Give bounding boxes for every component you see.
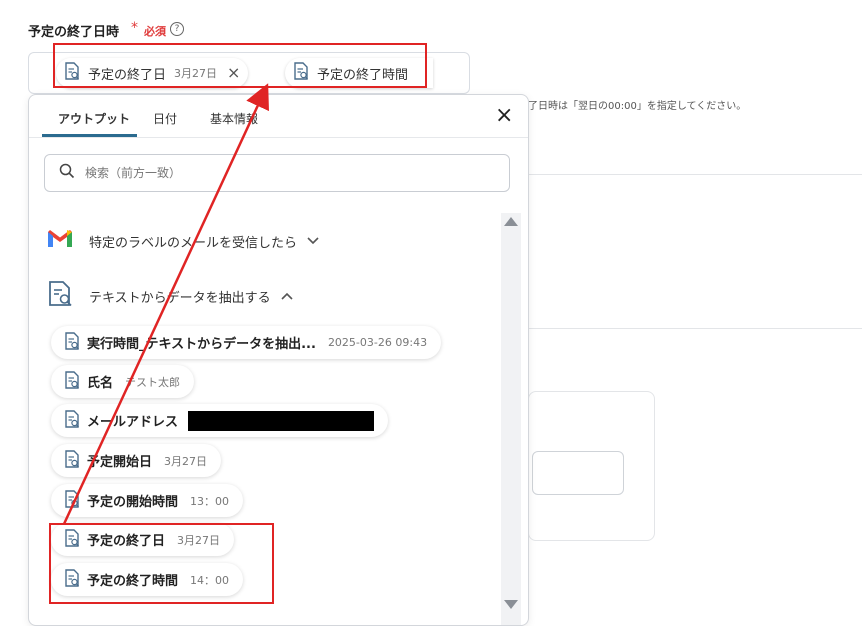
chip-label: 予定の終了時間: [317, 67, 409, 83]
document-search-icon: [47, 280, 75, 312]
item-label: 予定開始日: [87, 455, 153, 470]
item-label: 実行時間_テキストからデータを抽出...: [87, 337, 316, 352]
required-star: *: [131, 20, 138, 36]
document-search-icon: [64, 449, 80, 472]
help-icon[interactable]: ?: [170, 22, 184, 36]
active-tab-indicator: [42, 134, 137, 137]
divider: [528, 328, 862, 329]
scrollbar[interactable]: [501, 213, 521, 625]
output-item-exec-time[interactable]: 実行時間_テキストからデータを抽出... 2025-03-26 09:43: [51, 326, 442, 359]
chip-remove-icon[interactable]: ×: [227, 65, 240, 81]
output-item-end-date[interactable]: 予定の終了日 3月27日: [51, 523, 235, 556]
field-label: 予定の終了日時: [28, 25, 120, 40]
output-item-name[interactable]: 氏名 テスト太郎: [51, 365, 195, 398]
chip-label: 予定の終了日: [88, 67, 167, 83]
tab-output[interactable]: アウトプット: [58, 110, 130, 127]
document-search-icon: [64, 489, 80, 512]
chip-value: 3月27日: [174, 67, 218, 80]
chevron-up-icon: [281, 290, 293, 303]
required-badge: 必須: [144, 25, 166, 38]
output-item-email[interactable]: メールアドレス: [51, 404, 389, 437]
chip-end-time[interactable]: 予定の終了時間: [285, 58, 433, 88]
section-title: テキストからデータを抽出する: [89, 290, 271, 306]
item-value: 3月27日: [177, 533, 221, 547]
document-search-icon: [64, 568, 80, 591]
chevron-down-icon: [307, 235, 319, 248]
item-label: メールアドレス: [87, 415, 179, 430]
section-gmail-trigger[interactable]: 特定のラベルのメールを受信したら: [47, 229, 319, 253]
output-item-start-time[interactable]: 予定の開始時間 13：00: [51, 484, 244, 517]
divider: [528, 174, 862, 175]
output-item-end-time[interactable]: 予定の終了時間 14：00: [51, 563, 244, 596]
item-value: テスト太郎: [125, 375, 181, 389]
document-search-icon: [64, 62, 80, 84]
search-box[interactable]: [44, 154, 510, 192]
item-label: 予定の開始時間: [87, 495, 179, 510]
chip-end-date[interactable]: 予定の終了日 3月27日 ×: [56, 58, 249, 88]
scroll-up-icon[interactable]: [504, 217, 518, 226]
item-value: 13：00: [190, 494, 230, 508]
gmail-icon: [47, 229, 73, 253]
item-label: 予定の終了日: [87, 534, 166, 549]
item-label: 氏名: [87, 376, 114, 391]
section-extract-text[interactable]: テキストからデータを抽出する: [47, 280, 293, 312]
scroll-down-icon[interactable]: [504, 600, 518, 609]
document-search-icon: [64, 331, 80, 354]
field-hint: 了日時は「翌日の00:00」を指定してください。: [528, 101, 747, 112]
tab-date[interactable]: 日付: [153, 110, 177, 127]
close-icon[interactable]: ×: [495, 105, 513, 127]
document-search-icon: [293, 62, 309, 84]
item-value: 2025-03-26 09:43: [327, 336, 428, 349]
search-icon: [59, 163, 75, 183]
section-title: 特定のラベルのメールを受信したら: [89, 235, 298, 251]
search-input[interactable]: [83, 165, 467, 181]
redacted-value: [188, 410, 375, 431]
end-datetime-field[interactable]: 予定の終了日 3月27日 × 予定の終了時間: [28, 52, 470, 94]
output-item-start-date[interactable]: 予定開始日 3月27日: [51, 444, 222, 477]
document-search-icon: [64, 528, 80, 551]
document-search-icon: [64, 370, 80, 393]
item-value: 3月27日: [164, 454, 208, 468]
document-search-icon: [64, 409, 80, 432]
background-input[interactable]: [532, 451, 624, 495]
tab-basic-info[interactable]: 基本情報: [210, 110, 258, 127]
item-label: 予定の終了時間: [87, 574, 179, 589]
tabs-divider: [29, 137, 528, 138]
item-value: 14：00: [190, 573, 230, 587]
